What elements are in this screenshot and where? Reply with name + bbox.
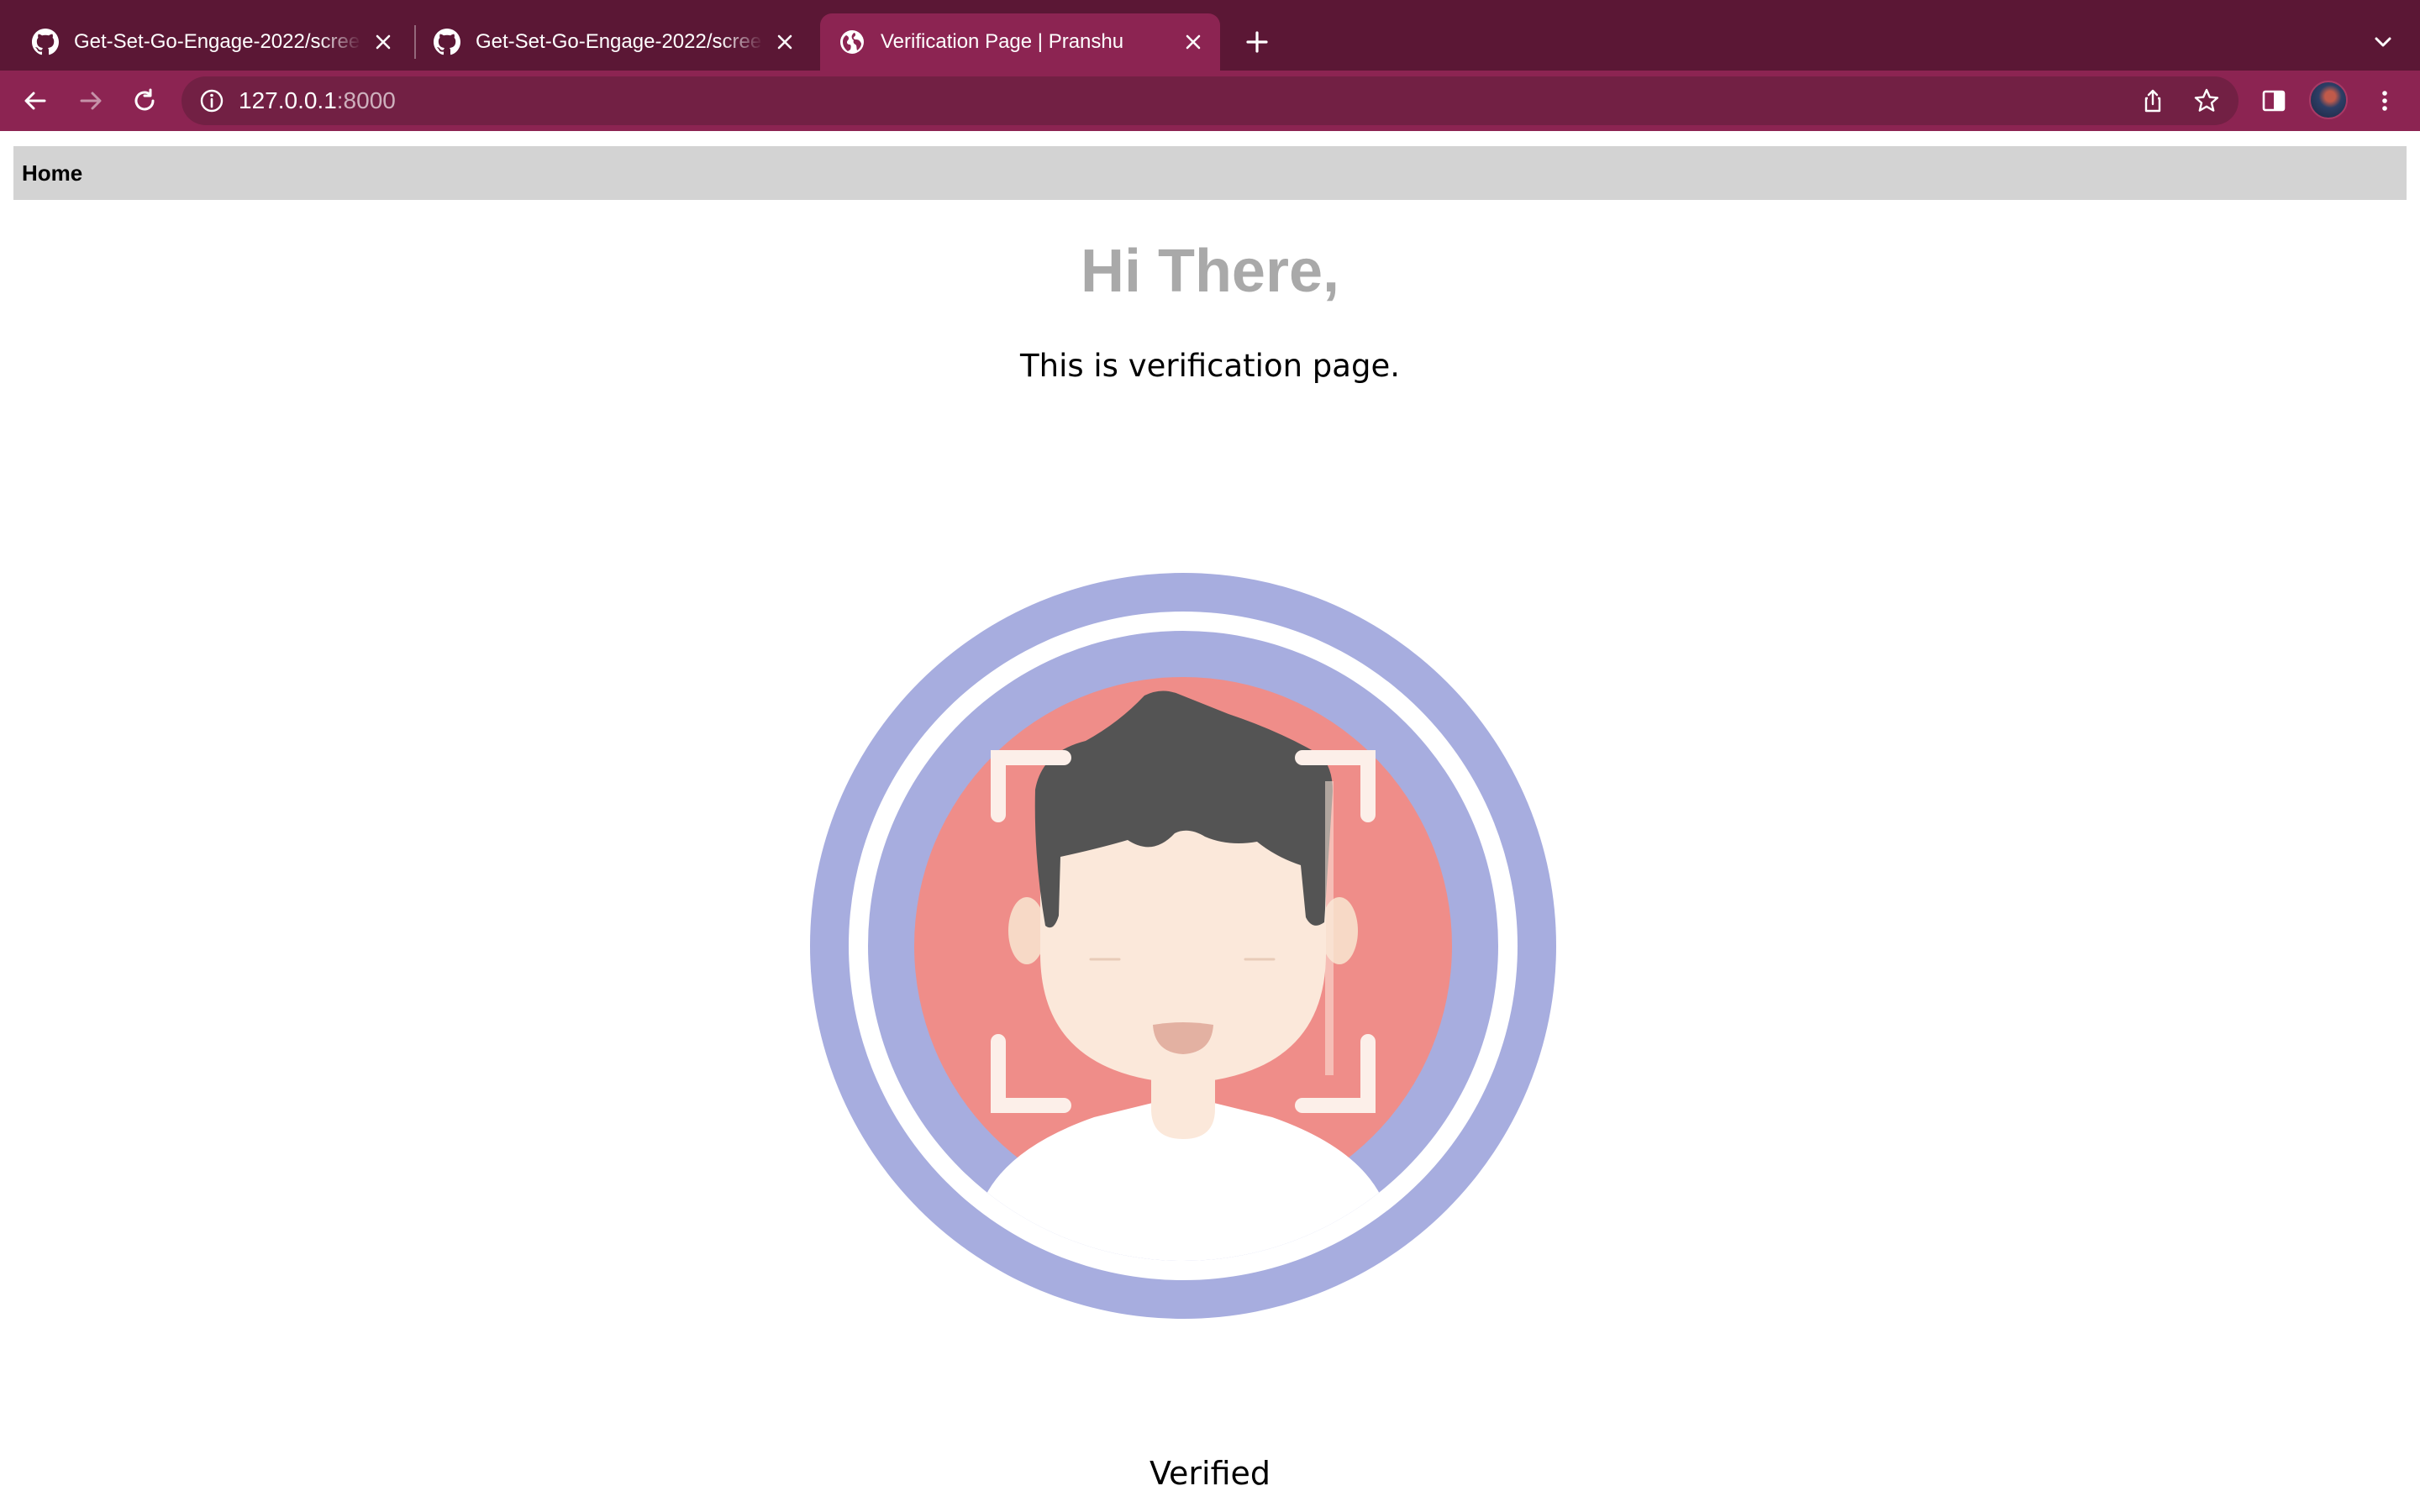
tab-title: Get-Set-Go-Engage-2022/screenshots [476, 30, 763, 53]
tab-search-button[interactable] [2366, 25, 2400, 59]
browser-toolbar: 127.0.0.1:8000 [0, 71, 2420, 131]
new-tab-button[interactable] [1240, 25, 1274, 59]
browser-tab-active[interactable]: Verification Page | Pranshu [820, 13, 1220, 71]
face-verification-illustration [810, 573, 1556, 1319]
profile-avatar[interactable] [2309, 81, 2348, 119]
arrow-right-icon [80, 92, 102, 110]
address-url: 127.0.0.1:8000 [239, 76, 396, 125]
address-bar[interactable]: 127.0.0.1:8000 [182, 76, 2238, 125]
home-link[interactable]: Home [22, 146, 82, 200]
github-icon [434, 29, 460, 55]
chevron-down-icon [2375, 37, 2391, 47]
browser-tab[interactable]: Get-Set-Go-Engage-2022/screenshots [422, 13, 810, 71]
browser-menu-button[interactable] [2368, 84, 2402, 118]
share-icon[interactable] [2139, 87, 2166, 114]
github-icon [32, 29, 59, 55]
side-panel-icon [2262, 90, 2286, 112]
more-vertical-icon [2382, 91, 2387, 111]
close-tab-icon[interactable] [370, 29, 397, 55]
close-tab-icon[interactable] [1180, 29, 1207, 55]
browser-tab[interactable]: Get-Set-Go-Engage-2022/screenshots [20, 13, 408, 71]
reload-button[interactable] [128, 84, 161, 118]
bookmark-star-icon[interactable] [2193, 87, 2220, 114]
url-port: :8000 [336, 87, 396, 113]
reload-icon [134, 88, 155, 111]
url-host: 127.0.0.1 [239, 87, 337, 113]
plus-icon [1246, 31, 1268, 53]
tab-separator [414, 25, 416, 59]
globe-icon [840, 30, 864, 54]
arrow-left-icon [24, 92, 46, 110]
tab-title: Verification Page | Pranshu [881, 30, 1124, 53]
verification-status: Verified [1149, 1455, 1271, 1492]
back-button[interactable] [18, 84, 52, 118]
side-panel-button[interactable] [2257, 84, 2291, 118]
page-title: Hi There, [1080, 238, 1340, 305]
info-icon[interactable] [198, 87, 225, 114]
forward-button[interactable] [74, 84, 108, 118]
top-navbar: Home [13, 146, 2407, 200]
tab-title: Get-Set-Go-Engage-2022/screenshots [74, 30, 361, 53]
browser-tabstrip: Get-Set-Go-Engage-2022/screenshots Get-S… [0, 0, 2420, 71]
page-subtitle: This is verification page. [1020, 348, 1400, 384]
close-tab-icon[interactable] [771, 29, 798, 55]
